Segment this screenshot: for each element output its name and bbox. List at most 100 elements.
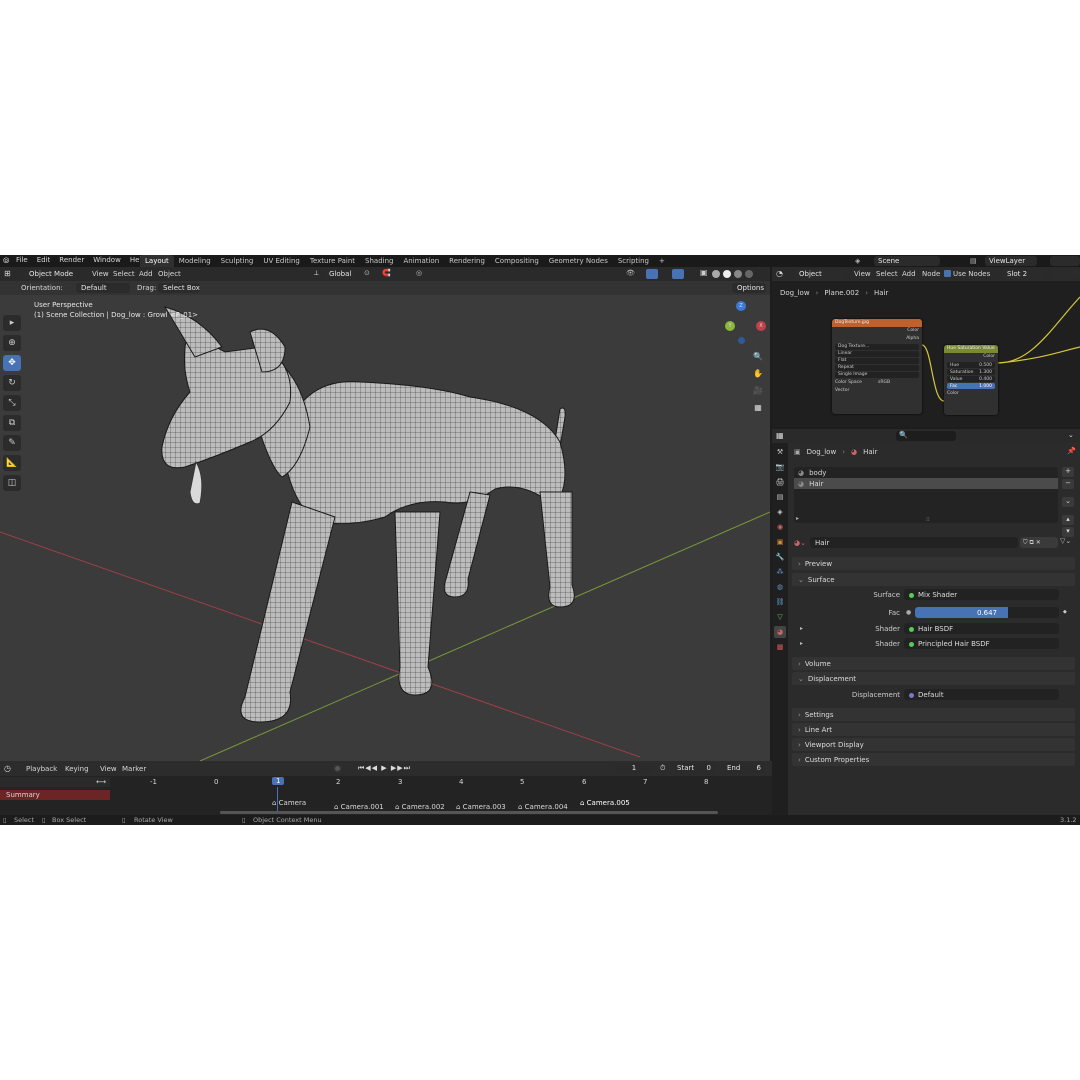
hsv-node-output[interactable]: Color (944, 353, 998, 361)
timeline-scrollbar[interactable] (220, 811, 718, 814)
interpolation-select[interactable]: Linear (835, 351, 919, 357)
list-resize-icon[interactable]: ⁝⁝ (926, 516, 930, 523)
properties-editor-icon[interactable]: ▦ (776, 431, 784, 440)
add-workspace-icon[interactable]: + (654, 255, 670, 267)
orientation-selector[interactable]: Default (76, 283, 130, 293)
camera-view-icon[interactable]: 🎥 (751, 383, 765, 397)
scale-tool-button[interactable]: ⤡ (3, 395, 21, 411)
node-menu-view[interactable]: View (854, 270, 871, 278)
tab-sculpting[interactable]: Sculpting (216, 255, 259, 267)
data-tab-icon[interactable]: ▽ (774, 611, 786, 623)
hsv-node-input-color[interactable]: Color (944, 390, 998, 398)
tool-tab-icon[interactable]: ⚒ (774, 446, 786, 458)
shader1-field[interactable]: Hair BSDF (904, 623, 1059, 634)
cursor-tool-button[interactable]: ⊕ (3, 335, 21, 351)
remove-slot-button[interactable]: − (1062, 479, 1074, 489)
view-layer-selector[interactable]: ViewLayer (985, 256, 1037, 266)
snap-icon[interactable]: 🧲 (382, 269, 391, 277)
timeline-menu-marker[interactable]: Marker (122, 765, 146, 773)
tab-geometry-nodes[interactable]: Geometry Nodes (544, 255, 613, 267)
annotate-tool-button[interactable]: ✎ (3, 435, 21, 451)
image-texture-node[interactable]: DogTexture.jpg Color Alpha Dog Texture..… (832, 319, 922, 414)
start-frame-field[interactable]: Start 0 (672, 763, 716, 774)
material-actions-buttons[interactable]: ⛉⧉✕ (1020, 537, 1058, 548)
tab-scripting[interactable]: Scripting (613, 255, 654, 267)
projection-select[interactable]: Flat (835, 358, 919, 364)
shader2-field[interactable]: Principled Hair BSDF (904, 638, 1059, 649)
timeline-editor-icon[interactable]: ◷ (4, 764, 11, 773)
move-slot-down-button[interactable]: ▾ (1062, 527, 1074, 537)
particles-tab-icon[interactable]: ⁂ (774, 566, 786, 578)
add-cube-tool-button[interactable]: ◫ (3, 475, 21, 491)
transform-tool-button[interactable]: ⧉ (3, 415, 21, 431)
vp-menu-select[interactable]: Select (113, 270, 135, 278)
keyframe-dot-icon[interactable]: ◆ (1063, 609, 1067, 615)
tab-layout[interactable]: Layout (140, 255, 174, 267)
blender-logo-icon[interactable]: ⦾ (3, 256, 9, 266)
section-preview[interactable]: › Preview (792, 557, 1075, 570)
shading-material-button[interactable] (734, 270, 742, 278)
grid-view-icon[interactable]: ▦ (751, 400, 765, 414)
material-slot-list[interactable]: ◕ body ◕ Hair (794, 467, 1058, 523)
menu-window[interactable]: Window (93, 256, 121, 264)
shading-rendered-button[interactable] (745, 270, 753, 278)
image-node-output-alpha[interactable]: Alpha (832, 335, 922, 343)
properties-search-input[interactable]: 🔍 (896, 431, 956, 441)
node-object-selector[interactable]: Object (794, 269, 846, 279)
scene-selector[interactable]: Scene (874, 256, 940, 266)
tab-shading[interactable]: Shading (360, 255, 398, 267)
node-menu-select[interactable]: Select (876, 270, 898, 278)
timeline[interactable]: ◷ Playback Keying View Marker ⏮◀◀ ▶ ▶▶⏭ … (0, 761, 787, 815)
node-menu-node[interactable]: Node (922, 270, 940, 278)
timeline-menu-view[interactable]: View (100, 765, 117, 773)
node-editor-type-icon[interactable]: ◔ (776, 269, 783, 278)
move-tool-button[interactable]: ✥ (3, 355, 21, 371)
world-tab-icon[interactable]: ◉ (774, 521, 786, 533)
render-tab-icon[interactable]: 📷 (774, 461, 786, 473)
section-settings[interactable]: › Settings (792, 708, 1075, 721)
shading-solid-button[interactable] (723, 270, 731, 278)
hsv-fac-field[interactable]: Fac 1.000 (947, 383, 995, 389)
tab-rendering[interactable]: Rendering (444, 255, 490, 267)
material-browse-icon[interactable]: ◕⌄ (794, 539, 806, 547)
hsv-value-field[interactable]: Value 0.400 (947, 376, 995, 382)
node-menu-add[interactable]: Add (902, 270, 916, 278)
hsv-saturation-field[interactable]: Saturation 1.300 (947, 369, 995, 375)
breadcrumb-object[interactable]: Dog_low (780, 289, 810, 297)
list-expand-icon[interactable]: ▸ (796, 515, 799, 522)
camera-marker[interactable]: ⌂ Camera.004 (518, 803, 568, 811)
tab-uv-editing[interactable]: UV Editing (258, 255, 305, 267)
tab-animation[interactable]: Animation (398, 255, 444, 267)
render-layer-selector[interactable] (1050, 256, 1080, 266)
clock-icon[interactable]: ⏱ (660, 764, 665, 773)
breadcrumb-mesh[interactable]: Plane.002 (824, 289, 859, 297)
record-button[interactable] (333, 764, 342, 773)
material-slot-hair[interactable]: ◕ Hair (794, 478, 1058, 489)
physics-tab-icon[interactable]: ◍ (774, 581, 786, 593)
use-nodes-checkbox[interactable] (944, 270, 951, 277)
filter-icon[interactable]: ▽⌄ (1060, 537, 1071, 545)
section-displacement[interactable]: ⌄ Displacement (792, 672, 1075, 685)
pan-hand-icon[interactable]: ✋ (751, 366, 765, 380)
material-slot-body[interactable]: ◕ body (794, 467, 1058, 478)
current-frame-field[interactable]: 1 (614, 763, 654, 774)
camera-marker[interactable]: ⌂ Camera.005 (580, 799, 630, 807)
move-slot-up-button[interactable]: ▴ (1062, 515, 1074, 525)
texture-tab-icon[interactable]: ▩ (774, 641, 786, 653)
3d-viewport[interactable]: ⊞ Object Mode View Select Add Object ⟂ G… (0, 267, 770, 761)
scene-tab-icon[interactable]: ◈ (774, 506, 786, 518)
menu-file[interactable]: File (16, 256, 28, 264)
breadcrumb-material[interactable]: Hair (874, 289, 888, 297)
section-custom-properties[interactable]: › Custom Properties (792, 753, 1075, 766)
vp-menu-add[interactable]: Add (139, 270, 153, 278)
proportional-edit-icon[interactable]: ◎ (416, 269, 422, 277)
frame-ruler[interactable]: -1 0 1 2 3 4 5 6 7 8 (110, 777, 770, 787)
vp-menu-view[interactable]: View (92, 270, 109, 278)
visibility-icon[interactable]: 👁 (626, 269, 635, 277)
camera-marker[interactable]: ⌂ Camera.003 (456, 803, 506, 811)
xray-icon[interactable]: ▣ (700, 268, 708, 277)
section-surface[interactable]: ⌄ Surface (792, 573, 1075, 586)
output-tab-icon[interactable]: 🖨 (774, 476, 786, 488)
options-button[interactable]: Options (732, 283, 766, 293)
modifier-tab-icon[interactable]: 🔧 (774, 551, 786, 563)
